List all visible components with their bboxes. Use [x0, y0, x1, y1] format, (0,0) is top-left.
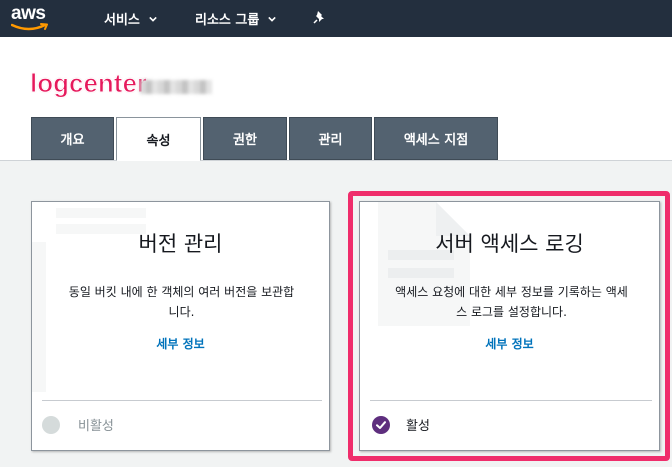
bucket-name: logcenter [29, 68, 148, 99]
tab-properties-label: 속성 [146, 133, 171, 149]
services-menu-label: 서비스 [104, 13, 140, 28]
bucket-name-redacted [140, 80, 212, 94]
versioning-description-line1: 동일 버킷 내에 한 객체의 여러 버전을 보관합 [68, 285, 295, 299]
versioning-status: 비활성 [42, 415, 114, 434]
tab-management-label: 관리 [318, 133, 343, 148]
aws-logo-text: aws [11, 3, 46, 24]
tab-permissions[interactable]: 권한 [203, 117, 287, 160]
resource-groups-menu[interactable]: 리소스 그룹 [195, 9, 277, 28]
page-header: logcenter 개요 속성 권한 관리 액세스 지점 [0, 37, 672, 161]
resource-groups-menu-label: 리소스 그룹 [195, 13, 260, 28]
aws-logo[interactable]: aws [9, 3, 55, 35]
chevron-down-icon [149, 16, 157, 22]
aws-smile-icon [11, 23, 48, 31]
tab-permissions-label: 권한 [233, 133, 257, 148]
tab-access-points-label: 액세스 지점 [403, 133, 469, 148]
tab-overview[interactable]: 개요 [31, 117, 114, 160]
tab-properties[interactable]: 속성 [116, 117, 201, 161]
services-menu[interactable]: 서비스 [104, 9, 157, 28]
highlight-frame [348, 191, 670, 461]
tab-overview-label: 개요 [60, 133, 85, 148]
chevron-down-icon [268, 16, 277, 22]
versioning-divider [42, 400, 322, 401]
versioning-title: 버전 관리 [138, 232, 223, 256]
versioning-description: 동일 버킷 내에 한 객체의 여러 버전을 보관합 니다. [42, 282, 321, 322]
disabled-status-icon [42, 415, 60, 434]
versioning-status-label: 비활성 [78, 419, 114, 434]
top-navigation-bar: aws 서비스 리소스 그룹 [0, 0, 672, 37]
versioning-description-line2: 니다. [168, 305, 195, 319]
pin-icon[interactable] [313, 10, 327, 24]
tab-management[interactable]: 관리 [289, 117, 372, 160]
versioning-details-link[interactable]: 세부 정보 [32, 335, 329, 352]
versioning-card[interactable]: 버전 관리 동일 버킷 내에 한 객체의 여러 버전을 보관합 니다. 세부 정… [31, 201, 330, 451]
tab-access-points[interactable]: 액세스 지점 [374, 117, 498, 160]
